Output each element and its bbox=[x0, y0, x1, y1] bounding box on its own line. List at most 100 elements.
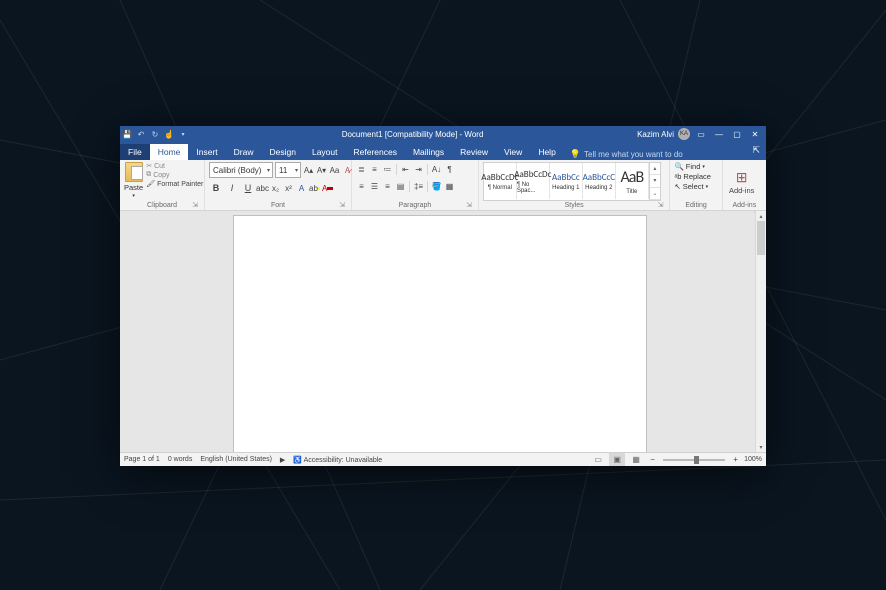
font-color-button[interactable]: A bbox=[322, 181, 333, 195]
italic-button[interactable]: I bbox=[225, 181, 239, 195]
style-no-spacing[interactable]: AaBbCcDc¶ No Spac... bbox=[517, 163, 550, 199]
align-center-icon[interactable]: ☰ bbox=[369, 179, 380, 193]
group-clipboard: Paste ▾ ✂Cut ⧉Copy 🖌Format Painter Clipb… bbox=[120, 160, 205, 210]
zoom-level[interactable]: 100% bbox=[744, 456, 762, 463]
read-mode-icon[interactable]: ▭ bbox=[590, 453, 606, 466]
tab-file[interactable]: File bbox=[120, 144, 150, 160]
cursor-icon: ↖ bbox=[674, 182, 680, 191]
zoom-in-button[interactable]: + bbox=[730, 453, 741, 467]
close-button[interactable]: ✕ bbox=[748, 127, 762, 141]
replace-icon: ᵃb bbox=[674, 172, 681, 181]
change-case-icon[interactable]: Aa bbox=[329, 163, 340, 177]
scroll-thumb[interactable] bbox=[757, 221, 765, 255]
accessibility-icon: ♿ bbox=[293, 457, 302, 464]
tell-me-search[interactable]: 💡 Tell me what you want to do bbox=[570, 149, 683, 160]
redo-icon[interactable]: ↻ bbox=[150, 129, 160, 139]
replace-button[interactable]: ᵃbReplace bbox=[674, 172, 711, 181]
paste-icon bbox=[125, 162, 143, 182]
subscript-button[interactable]: x₂ bbox=[270, 181, 281, 195]
editing-label: Editing bbox=[685, 202, 706, 209]
user-name[interactable]: Kazim Alvi bbox=[637, 130, 674, 139]
cut-button[interactable]: ✂Cut bbox=[146, 162, 203, 170]
increase-indent-icon[interactable]: ⇥ bbox=[413, 162, 424, 176]
find-button[interactable]: 🔍Find▾ bbox=[674, 162, 711, 171]
styles-launcher-icon[interactable]: ⇲ bbox=[658, 201, 664, 209]
tab-layout[interactable]: Layout bbox=[304, 144, 346, 160]
tell-me-placeholder: Tell me what you want to do bbox=[584, 150, 683, 159]
strikethrough-button[interactable]: abc bbox=[257, 181, 268, 195]
sort-icon[interactable]: A↓ bbox=[431, 162, 442, 176]
undo-icon[interactable]: ↶ bbox=[136, 129, 146, 139]
avatar[interactable]: KA bbox=[678, 128, 690, 140]
qat-dropdown-icon[interactable]: ▾ bbox=[178, 129, 188, 139]
style-normal[interactable]: AaBbCcDc¶ Normal bbox=[484, 163, 517, 199]
style-heading1[interactable]: AaBbCcHeading 1 bbox=[550, 163, 583, 199]
ribbon-options-icon[interactable]: ▭ bbox=[694, 127, 708, 141]
tab-mailings[interactable]: Mailings bbox=[405, 144, 452, 160]
shading-icon[interactable]: 🪣 bbox=[431, 179, 442, 193]
font-size-combo[interactable]: 11 bbox=[275, 162, 301, 178]
lightbulb-icon: 💡 bbox=[570, 149, 581, 160]
font-launcher-icon[interactable]: ⇲ bbox=[339, 201, 345, 209]
superscript-button[interactable]: x² bbox=[283, 181, 294, 195]
minimize-button[interactable]: — bbox=[712, 127, 726, 141]
share-icon[interactable]: ⇱ bbox=[752, 145, 760, 156]
underline-button[interactable]: U bbox=[241, 181, 255, 195]
bullets-icon[interactable]: ≣ bbox=[356, 162, 367, 176]
numbering-icon[interactable]: ≡ bbox=[369, 162, 380, 176]
decrease-indent-icon[interactable]: ⇤ bbox=[400, 162, 411, 176]
paste-button[interactable]: Paste ▾ bbox=[124, 162, 143, 201]
clipboard-launcher-icon[interactable]: ⇲ bbox=[192, 201, 198, 209]
web-layout-icon[interactable]: ▦ bbox=[628, 453, 644, 466]
tab-design[interactable]: Design bbox=[262, 144, 304, 160]
align-right-icon[interactable]: ≡ bbox=[382, 179, 393, 193]
print-layout-icon[interactable]: ▣ bbox=[609, 453, 625, 466]
word-count[interactable]: 0 words bbox=[168, 456, 193, 463]
font-name-combo[interactable]: Calibri (Body) bbox=[209, 162, 273, 178]
page-indicator[interactable]: Page 1 of 1 bbox=[124, 456, 160, 463]
shrink-font-icon[interactable]: A▾ bbox=[316, 163, 327, 177]
macro-icon[interactable]: ▶ bbox=[280, 456, 285, 464]
tab-references[interactable]: References bbox=[346, 144, 405, 160]
word-window: 💾 ↶ ↻ ☝ ▾ Document1 [Compatibility Mode]… bbox=[120, 126, 766, 466]
styles-scroll[interactable]: ▴▾⌄ bbox=[649, 163, 660, 200]
accessibility-status[interactable]: ♿ Accessibility: Unavailable bbox=[293, 456, 382, 464]
align-left-icon[interactable]: ≡ bbox=[356, 179, 367, 193]
format-painter-button[interactable]: 🖌Format Painter bbox=[146, 180, 203, 188]
zoom-slider[interactable] bbox=[663, 459, 725, 461]
copy-icon: ⧉ bbox=[146, 171, 151, 179]
style-heading2[interactable]: AaBbCcCHeading 2 bbox=[583, 163, 616, 199]
document-page[interactable] bbox=[233, 215, 647, 452]
justify-icon[interactable]: ▤ bbox=[395, 179, 406, 193]
touch-mode-icon[interactable]: ☝ bbox=[164, 129, 174, 139]
save-icon[interactable]: 💾 bbox=[122, 129, 132, 139]
language-indicator[interactable]: English (United States) bbox=[200, 456, 272, 463]
style-title[interactable]: AaBTitle bbox=[616, 163, 649, 199]
multilevel-list-icon[interactable]: ≔ bbox=[382, 162, 393, 176]
addins-button[interactable]: ⊞ Add-ins bbox=[727, 162, 757, 201]
grow-font-icon[interactable]: A▴ bbox=[303, 163, 314, 177]
font-label: Font bbox=[271, 202, 285, 209]
scroll-up-icon[interactable]: ▴ bbox=[756, 211, 766, 221]
highlight-button[interactable]: ab bbox=[309, 181, 320, 195]
styles-label: Styles bbox=[565, 202, 584, 209]
line-spacing-icon[interactable]: ‡≡ bbox=[413, 179, 424, 193]
bold-button[interactable]: B bbox=[209, 181, 223, 195]
borders-icon[interactable]: ▦ bbox=[444, 179, 455, 193]
vertical-scrollbar[interactable]: ▴ ▾ bbox=[755, 211, 766, 452]
styles-gallery[interactable]: AaBbCcDc¶ Normal AaBbCcDc¶ No Spac... Aa… bbox=[483, 162, 661, 201]
zoom-out-button[interactable]: − bbox=[647, 453, 658, 467]
select-button[interactable]: ↖Select▾ bbox=[674, 182, 711, 191]
maximize-button[interactable]: ▢ bbox=[730, 127, 744, 141]
tab-draw[interactable]: Draw bbox=[226, 144, 262, 160]
tab-insert[interactable]: Insert bbox=[188, 144, 225, 160]
tab-home[interactable]: Home bbox=[150, 144, 189, 160]
show-marks-icon[interactable]: ¶ bbox=[444, 162, 455, 176]
tab-review[interactable]: Review bbox=[452, 144, 496, 160]
copy-button[interactable]: ⧉Copy bbox=[146, 171, 203, 179]
text-effects-icon[interactable]: A bbox=[296, 181, 307, 195]
tab-view[interactable]: View bbox=[496, 144, 530, 160]
paragraph-launcher-icon[interactable]: ⇲ bbox=[466, 201, 472, 209]
tab-help[interactable]: Help bbox=[530, 144, 563, 160]
scroll-down-icon[interactable]: ▾ bbox=[756, 442, 766, 452]
